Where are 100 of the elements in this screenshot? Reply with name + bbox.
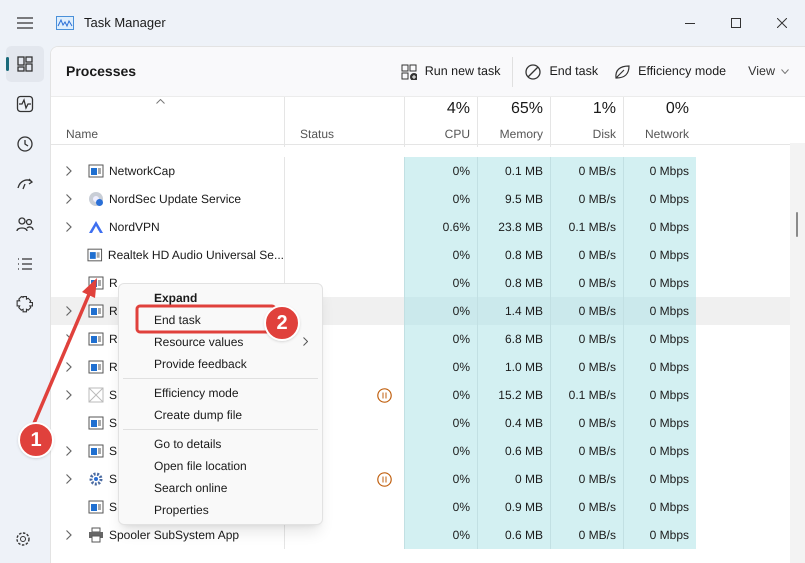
chevron-right-icon[interactable] bbox=[66, 194, 72, 204]
maximize-icon bbox=[731, 18, 741, 28]
column-header[interactable]: 0% Network bbox=[623, 97, 696, 147]
process-name: R bbox=[109, 331, 118, 348]
scrollbar-thumb[interactable] bbox=[796, 212, 798, 237]
application-icon bbox=[88, 359, 104, 375]
usage-value: 0.1 MB/s bbox=[568, 219, 616, 236]
toolbar-button[interactable]: Efficiency mode bbox=[606, 54, 734, 88]
process-name: NordVPN bbox=[109, 219, 160, 236]
usage-value: 15.2 MB bbox=[498, 387, 543, 404]
usage-value: 0% bbox=[452, 443, 470, 460]
column-header[interactable]: 65% Memory bbox=[477, 97, 550, 147]
step-badge: 1 bbox=[18, 422, 54, 458]
process-name: S bbox=[109, 499, 118, 516]
column-header[interactable]: 1% Disk bbox=[550, 97, 623, 147]
usage-value: 0.9 MB bbox=[504, 499, 543, 516]
chevron-right-icon[interactable] bbox=[66, 166, 72, 176]
view-dropdown[interactable]: View bbox=[748, 62, 789, 81]
usage-value: 0 MB/s bbox=[578, 443, 616, 460]
application-icon bbox=[87, 247, 103, 263]
performance-icon bbox=[15, 94, 35, 114]
gear-icon bbox=[88, 471, 104, 487]
process-name: S bbox=[109, 415, 118, 432]
menu-item[interactable]: Efficiency mode bbox=[154, 384, 238, 402]
usage-value: 0.4 MB bbox=[504, 415, 543, 432]
empty-window-icon bbox=[88, 387, 104, 403]
process-row[interactable]: NordSec Update Service 0% 9.5 MB 0 MB/s 0 Mbps bbox=[51, 185, 791, 213]
menu-item[interactable]: Search online bbox=[154, 479, 228, 497]
usage-value: 0.6 MB bbox=[504, 443, 543, 460]
usage-value: 0 MB/s bbox=[578, 471, 616, 488]
process-row[interactable]: NetworkCap 0% 0.1 MB 0 MB/s 0 Mbps bbox=[51, 157, 791, 185]
chevron-right-icon[interactable] bbox=[66, 530, 72, 540]
chevron-right-icon[interactable] bbox=[66, 222, 72, 232]
usage-value: 0 Mbps bbox=[650, 331, 689, 348]
column-total: 1% bbox=[592, 99, 616, 119]
application-icon bbox=[88, 303, 104, 319]
usage-value: 0.8 MB bbox=[504, 275, 543, 292]
toolbar-button[interactable]: Run new task bbox=[392, 54, 508, 88]
column-label: Memory bbox=[500, 126, 543, 143]
settings-icon bbox=[14, 530, 32, 548]
chevron-right-icon[interactable] bbox=[66, 446, 72, 456]
usage-value: 0.6 MB bbox=[504, 527, 543, 544]
chevron-down-icon bbox=[781, 69, 789, 74]
usage-value: 0 Mbps bbox=[650, 219, 689, 236]
usage-value: 0% bbox=[452, 527, 470, 544]
menu-item[interactable]: Go to details bbox=[154, 435, 222, 453]
usage-value: 9.5 MB bbox=[504, 191, 543, 208]
menu-item[interactable]: Open file location bbox=[154, 457, 247, 475]
menu-item[interactable]: Create dump file bbox=[154, 406, 242, 424]
column-label: Name bbox=[66, 126, 100, 143]
process-name: NordSec Update Service bbox=[109, 191, 242, 208]
toolbar-button[interactable]: End task bbox=[517, 54, 606, 88]
process-name: Spooler SubSystem App bbox=[109, 527, 240, 544]
usage-value: 0 Mbps bbox=[650, 247, 689, 264]
usage-value: 0 MB/s bbox=[578, 359, 616, 376]
menu-item[interactable]: Resource values bbox=[154, 333, 244, 351]
nav-tab[interactable] bbox=[6, 46, 44, 82]
usage-value: 0 Mbps bbox=[650, 303, 689, 320]
usage-value: 0% bbox=[452, 303, 470, 320]
column-header[interactable]: Status bbox=[284, 97, 404, 147]
usage-value: 0 Mbps bbox=[650, 471, 689, 488]
usage-value: 0% bbox=[452, 163, 470, 180]
usage-value: 1.0 MB bbox=[504, 359, 543, 376]
chevron-right-icon[interactable] bbox=[66, 390, 72, 400]
chevron-right-icon[interactable] bbox=[66, 474, 72, 484]
usage-value: 0% bbox=[452, 331, 470, 348]
application-icon bbox=[88, 499, 104, 515]
column-total: 4% bbox=[446, 99, 470, 119]
menu-item[interactable]: Properties bbox=[154, 501, 209, 519]
usage-value: 0 Mbps bbox=[650, 499, 689, 516]
process-row[interactable]: NordVPN 0.6% 23.8 MB 0.1 MB/s 0 Mbps bbox=[51, 213, 791, 241]
usage-value: 0 MB/s bbox=[578, 331, 616, 348]
usage-value: 0% bbox=[452, 415, 470, 432]
column-header[interactable]: Name bbox=[51, 97, 284, 147]
menu-item[interactable]: Provide feedback bbox=[154, 355, 247, 373]
application-icon bbox=[88, 163, 104, 179]
usage-value: 6.8 MB bbox=[504, 331, 543, 348]
process-row[interactable]: Spooler SubSystem App 0% 0.6 MB 0 MB/s 0 Mbps bbox=[51, 521, 791, 549]
usage-value: 0% bbox=[452, 359, 470, 376]
process-name: R bbox=[109, 275, 118, 292]
column-label: Status bbox=[300, 126, 336, 143]
chevron-right-icon[interactable] bbox=[66, 306, 72, 316]
usage-value: 0 Mbps bbox=[650, 415, 689, 432]
chevron-right-icon[interactable] bbox=[66, 362, 72, 372]
usage-value: 1.4 MB bbox=[504, 303, 543, 320]
column-label: Network bbox=[644, 126, 689, 143]
leaf-icon bbox=[614, 64, 630, 80]
usage-value: 0% bbox=[452, 471, 470, 488]
usage-value: 0.1 MB/s bbox=[568, 387, 616, 404]
new-task-icon bbox=[400, 64, 417, 80]
processes-icon bbox=[15, 54, 35, 74]
usage-value: 0 MB/s bbox=[578, 499, 616, 516]
column-header[interactable]: 4% CPU bbox=[404, 97, 477, 147]
close-icon bbox=[777, 18, 787, 28]
services-icon bbox=[15, 294, 35, 314]
usage-value: 0% bbox=[452, 499, 470, 516]
process-row[interactable]: Realtek HD Audio Universal Se... 0% 0.8 MB 0 MB/s 0 Mbps bbox=[51, 241, 791, 269]
prohibited-icon bbox=[525, 64, 542, 80]
usage-value: 0 Mbps bbox=[650, 387, 689, 404]
usage-value: 23.8 MB bbox=[498, 219, 543, 236]
